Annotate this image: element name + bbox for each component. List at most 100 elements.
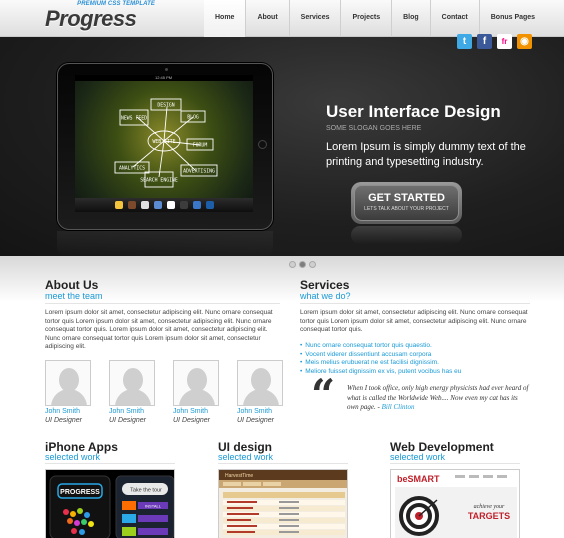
cta-sublabel: LETS TALK ABOUT YOUR PROJECT xyxy=(364,206,449,212)
iphone-tour-label: Take the tour xyxy=(130,488,162,494)
app-icon xyxy=(179,201,188,209)
cta-reflection xyxy=(351,226,462,244)
twitter-icon[interactable]: t xyxy=(457,34,472,49)
about-subtitle: meet the team xyxy=(45,291,103,301)
testimonial-quote: When I took office, only high energy phy… xyxy=(347,384,529,413)
avatar xyxy=(109,360,155,406)
member-role: UI Designer xyxy=(173,417,210,424)
node-news-feed: NEWS FEED xyxy=(121,116,147,122)
facebook-icon[interactable]: f xyxy=(477,34,492,49)
slider-dot[interactable] xyxy=(289,261,296,268)
web-logo: beSMART xyxy=(397,474,440,484)
tablet-reflection xyxy=(57,231,273,257)
about-text: Lorem ipsum dolor sit amet, consectetur … xyxy=(45,309,273,350)
tablet-camera xyxy=(165,68,168,71)
team-member[interactable]: John Smith UI Designer xyxy=(237,360,283,424)
team-member[interactable]: John Smith UI Designer xyxy=(173,360,219,424)
site-header: PREMIUM CSS TEMPLATE Progress Home About… xyxy=(0,0,564,37)
node-web-site: WEB SITE xyxy=(152,139,175,145)
node-advertising: ADVERTISING xyxy=(183,169,215,175)
app-icon xyxy=(166,201,175,209)
services-title: Services xyxy=(300,278,350,292)
web-text-2: TARGETS xyxy=(468,511,510,521)
member-name[interactable]: John Smith xyxy=(45,408,91,415)
work-subtitle: selected work xyxy=(218,452,274,462)
nav-home[interactable]: Home xyxy=(204,0,246,37)
member-role: UI Designer xyxy=(237,417,274,424)
member-name[interactable]: John Smith xyxy=(237,408,283,415)
avatar xyxy=(173,360,219,406)
web-site-screenshot: beSMART achieve your TARGETS xyxy=(395,474,517,538)
service-item[interactable]: Vocent viderer dissentiunt accusam corpo… xyxy=(300,351,461,360)
app-icon xyxy=(127,201,136,209)
tablet-dock xyxy=(75,198,253,212)
work-subtitle: selected work xyxy=(390,452,446,462)
app-icon xyxy=(192,201,201,209)
app-icon xyxy=(205,201,214,209)
node-search-engine: SEARCH ENGINE xyxy=(140,178,178,184)
hero-title: User Interface Design xyxy=(326,102,501,121)
logo-text: Progress xyxy=(45,6,137,31)
nav-contact[interactable]: Contact xyxy=(429,0,479,37)
divider xyxy=(390,463,520,464)
ui-app-title: HarvestTime xyxy=(225,473,253,479)
avatar xyxy=(237,360,283,406)
divider xyxy=(300,303,530,304)
divider xyxy=(45,463,175,464)
cta-label: GET STARTED xyxy=(368,192,445,204)
tablet-image: 12:45 PM DESIGN NEWS FEED BLOG WEB SITE … xyxy=(57,63,273,230)
nav-projects[interactable]: Projects xyxy=(340,0,391,37)
main-nav: Home About Services Projects Blog Contac… xyxy=(204,0,546,37)
slider-dot-active[interactable] xyxy=(299,261,306,268)
services-text: Lorem ipsum dolor sit amet, consectetur … xyxy=(300,309,528,333)
services-subtitle: what we do? xyxy=(300,291,351,301)
node-design: DESIGN xyxy=(157,103,174,109)
iphone-logo: PROGRESS xyxy=(60,489,100,496)
quote-text: When I took office, only high energy phy… xyxy=(347,384,529,411)
web-site-diagram: DESIGN NEWS FEED BLOG WEB SITE FORUM ANA… xyxy=(114,98,218,188)
team-member[interactable]: John Smith UI Designer xyxy=(109,360,155,424)
logo[interactable]: PREMIUM CSS TEMPLATE Progress xyxy=(45,1,155,31)
node-blog: BLOG xyxy=(187,115,199,121)
team-member[interactable]: John Smith UI Designer xyxy=(45,360,91,424)
service-item[interactable]: Meis melius erubuerat ne est facilisi di… xyxy=(300,359,461,368)
rss-icon[interactable]: ◉ xyxy=(517,34,532,49)
work-thumb-ui[interactable]: HarvestTime xyxy=(218,469,348,538)
iphone-app-screens: PROGRESS Take the tour INSTALL xyxy=(49,475,174,538)
slider-dot[interactable] xyxy=(309,261,316,268)
app-icon xyxy=(140,201,149,209)
member-name[interactable]: John Smith xyxy=(173,408,219,415)
social-links: t f fr ◉ xyxy=(457,34,532,49)
member-role: UI Designer xyxy=(45,417,82,424)
about-title: About Us xyxy=(45,278,99,292)
avatar xyxy=(45,360,91,406)
iphone-install-label: INSTALL xyxy=(145,504,162,509)
app-icon xyxy=(153,201,162,209)
app-icon xyxy=(114,201,123,209)
node-analytics: ANALYTICS xyxy=(119,166,145,172)
flickr-icon[interactable]: fr xyxy=(497,34,512,49)
nav-about[interactable]: About xyxy=(245,0,288,37)
hero-text: Lorem Ipsum is simply dummy text of the … xyxy=(326,141,526,168)
ui-dashboard-screenshot: HarvestTime xyxy=(219,470,347,535)
divider xyxy=(45,303,280,304)
member-name[interactable]: John Smith xyxy=(109,408,155,415)
get-started-button-face: GET STARTED LETS TALK ABOUT YOUR PROJECT xyxy=(354,185,459,221)
quote-icon: “ xyxy=(311,370,336,419)
service-item[interactable]: Nunc ornare consequat tortor quis quaest… xyxy=(300,342,461,351)
nav-services[interactable]: Services xyxy=(288,0,341,37)
member-role: UI Designer xyxy=(109,417,146,424)
slider-dots xyxy=(289,261,316,268)
work-thumb-web[interactable]: beSMART achieve your TARGETS xyxy=(390,469,520,538)
quote-author[interactable]: Bill Clinton xyxy=(382,403,415,411)
nav-bonus-pages[interactable]: Bonus Pages xyxy=(478,0,546,37)
nav-blog[interactable]: Blog xyxy=(391,0,430,37)
team-list: John Smith UI Designer John Smith UI Des… xyxy=(45,360,283,424)
work-subtitle: selected work xyxy=(45,452,101,462)
work-thumb-iphone[interactable]: PROGRESS Take the tour INSTALL xyxy=(45,469,175,538)
web-text-1: achieve your xyxy=(474,504,505,510)
tablet-screen: 12:45 PM DESIGN NEWS FEED BLOG WEB SITE … xyxy=(75,75,253,212)
hero-slogan: SOME SLOGAN GOES HERE xyxy=(326,125,422,132)
get-started-button[interactable]: GET STARTED LETS TALK ABOUT YOUR PROJECT xyxy=(351,182,462,224)
tablet-home-button xyxy=(258,140,267,149)
